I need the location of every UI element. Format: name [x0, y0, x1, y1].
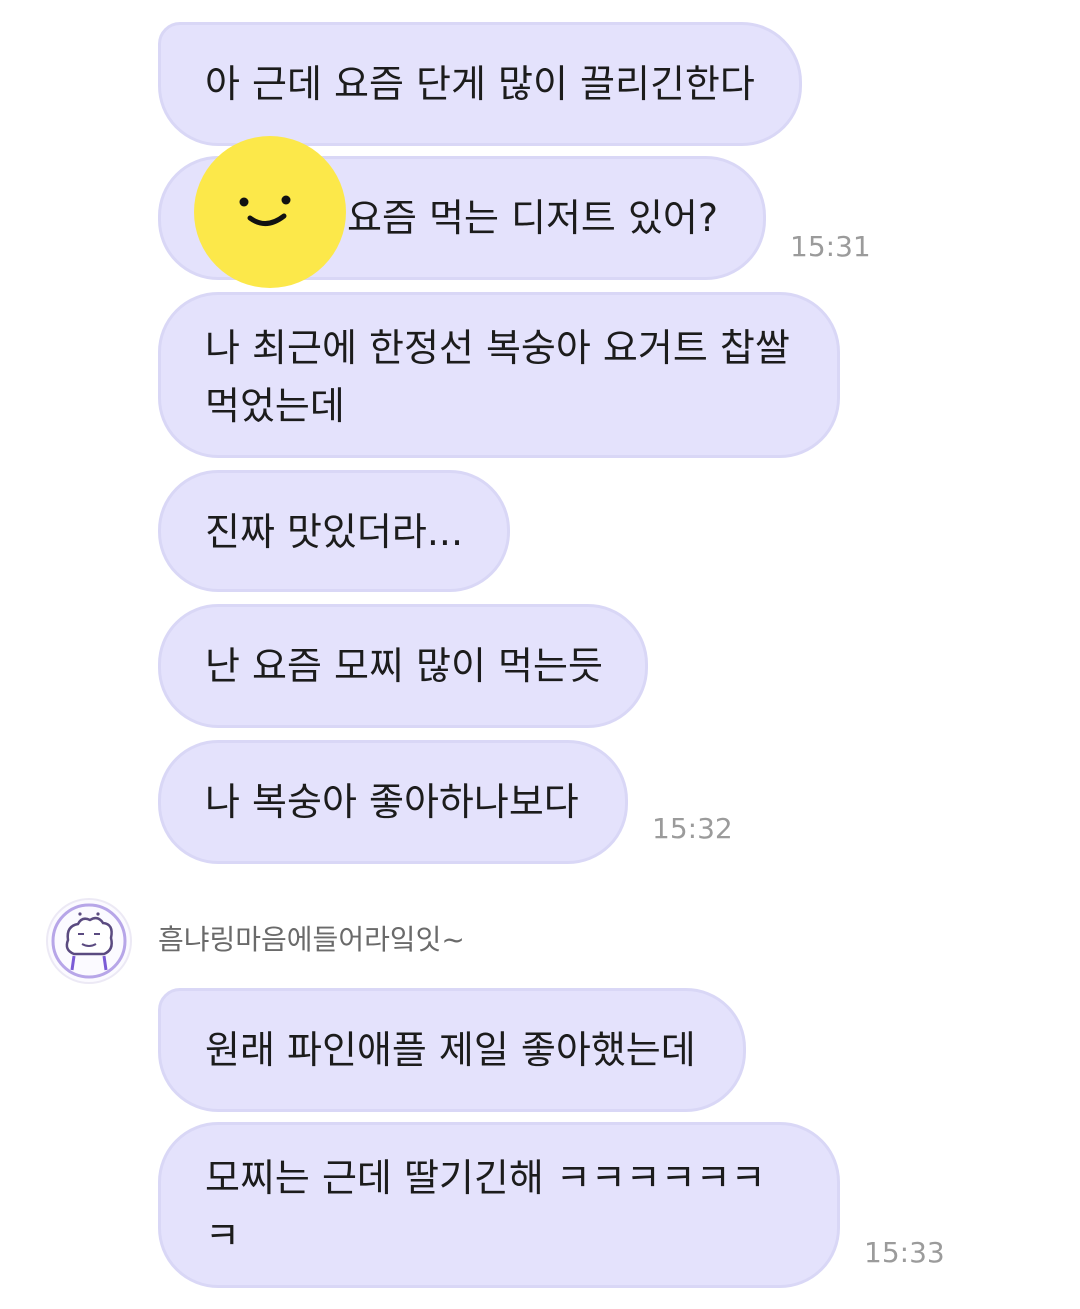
message-text: 모찌는 근데 딸기긴해 ㅋㅋㅋㅋㅋㅋㅋ [205, 1156, 766, 1258]
timestamp: 15:31 [790, 230, 871, 263]
timestamp: 15:33 [864, 1236, 945, 1269]
message-text: 요즘 먹는 디저트 있어? [347, 196, 719, 240]
smiley-face-icon [239, 195, 291, 226]
message-text: 난 요즘 모찌 많이 먹는듯 [205, 644, 603, 688]
smiley-sticker [194, 136, 346, 288]
message-text: 나 복숭아 좋아하나보다 [205, 780, 579, 824]
message-bubble[interactable]: 원래 파인애플 제일 좋아했는데 [158, 988, 746, 1112]
chat-area: 아 근데 요즘 단게 많이 끌리긴한다 요즘 먹는 디저트 있어? 15:31 … [0, 0, 1080, 1309]
message-text: 원래 파인애플 제일 좋아했는데 [205, 1028, 696, 1072]
timestamp: 15:32 [652, 812, 733, 845]
message-bubble[interactable]: 진짜 맛있더라... [158, 470, 510, 592]
message-bubble[interactable]: 모찌는 근데 딸기긴해 ㅋㅋㅋㅋㅋㅋㅋ [158, 1122, 840, 1288]
message-bubble[interactable]: 나 복숭아 좋아하나보다 [158, 740, 628, 864]
message-bubble[interactable]: 나 최근에 한정선 복숭아 요거트 찹쌀 먹었는데 [158, 292, 840, 458]
sender-name: 흠냐링마음에들어라잌잇~ [158, 923, 465, 956]
avatar[interactable] [46, 898, 132, 984]
message-bubble[interactable]: 난 요즘 모찌 많이 먹는듯 [158, 604, 648, 728]
message-bubble[interactable]: 아 근데 요즘 단게 많이 끌리긴한다 [158, 22, 802, 146]
message-text: 아 근데 요즘 단게 많이 끌리긴한다 [205, 62, 755, 106]
message-text: 나 최근에 한정선 복숭아 요거트 찹쌀 먹었는데 [205, 326, 790, 428]
message-text: 진짜 맛있더라... [205, 510, 464, 554]
avatar-character-icon [51, 903, 127, 979]
